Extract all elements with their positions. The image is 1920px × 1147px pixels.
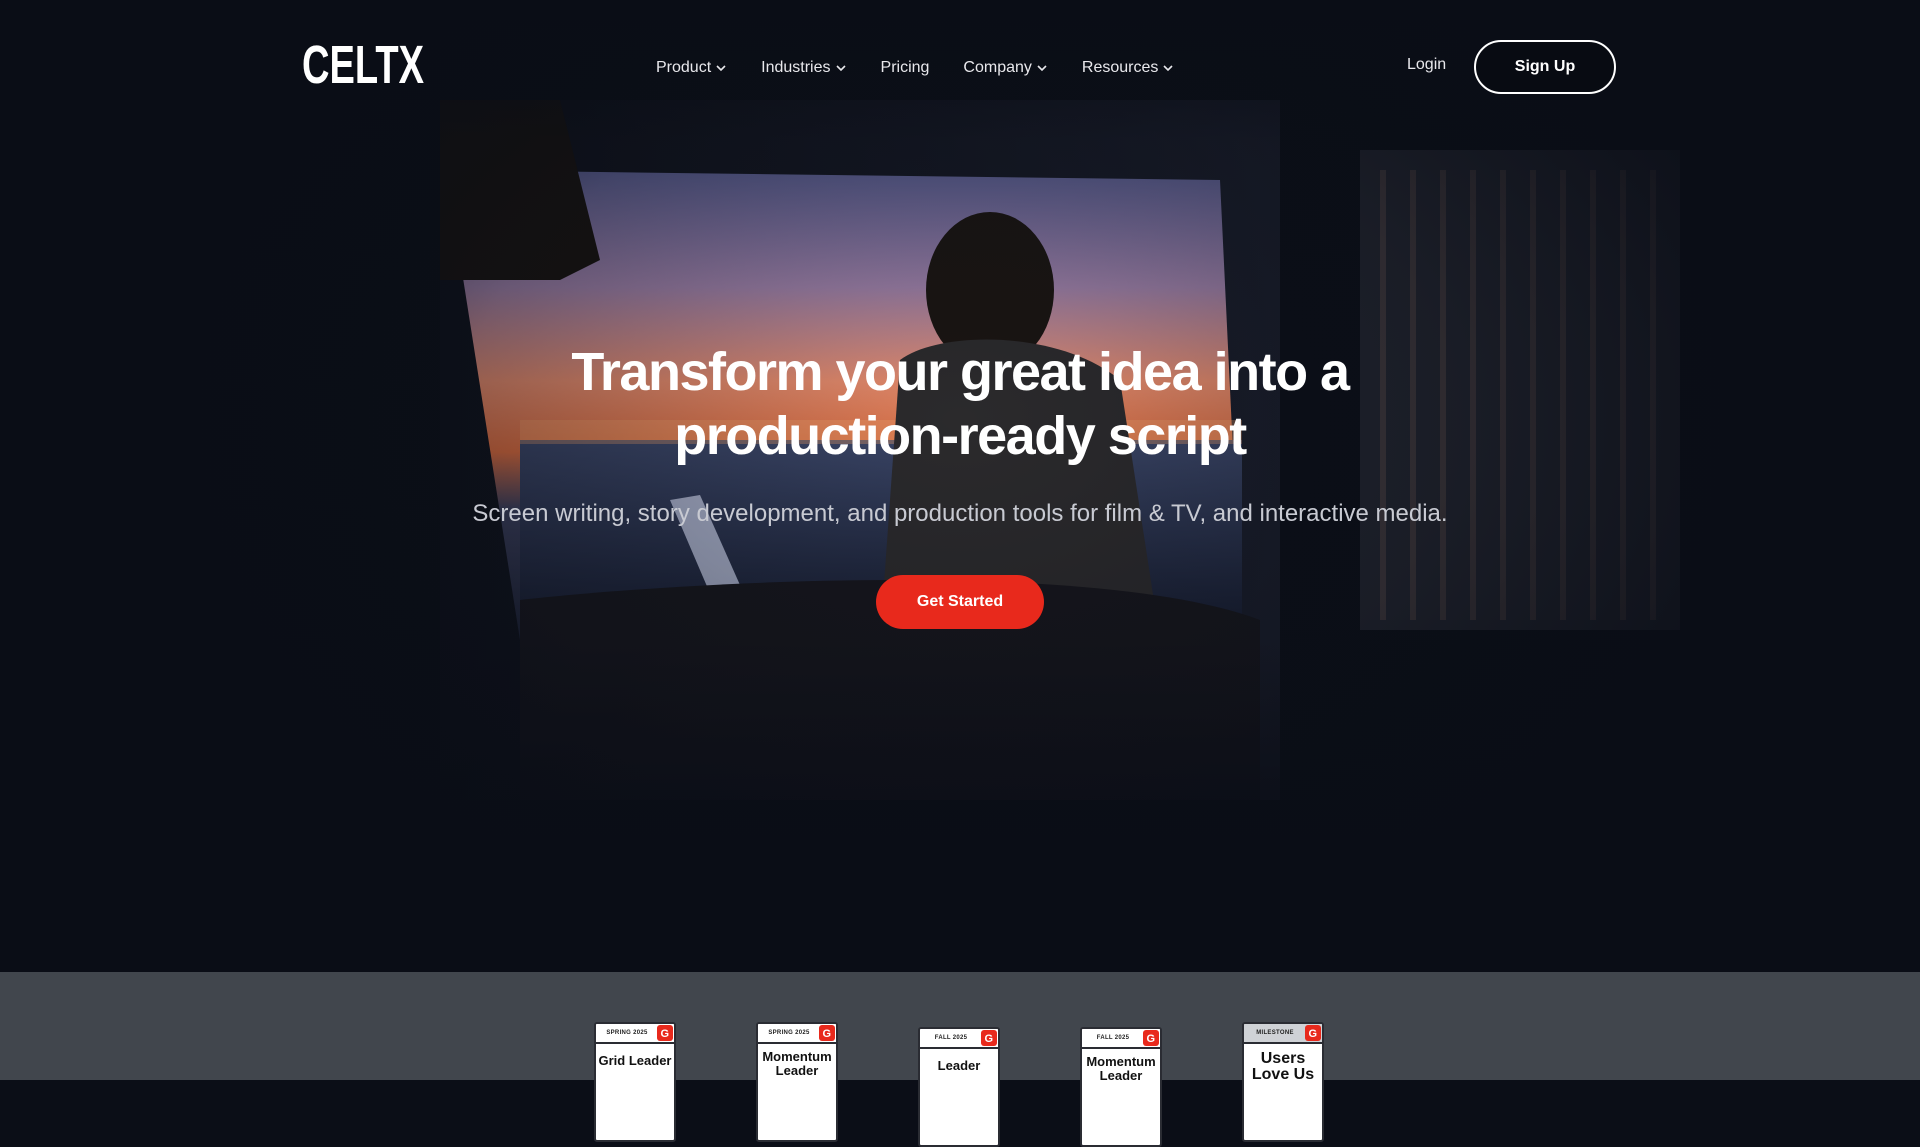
badge-season-text: FALL 2025: [934, 1035, 968, 1041]
badge-title-line: Leader: [1099, 1068, 1143, 1083]
login-link[interactable]: Login: [1407, 56, 1446, 74]
sign-up-button[interactable]: Sign Up: [1474, 40, 1616, 94]
award-badge[interactable]: SPRING 2025 G Momentum Leader: [756, 1022, 838, 1142]
award-badge[interactable]: FALL 2025 G Momentum Leader: [1080, 1027, 1162, 1147]
svg-text:G: G: [1309, 1028, 1318, 1040]
badge-title-line: Users: [1260, 1050, 1306, 1067]
celtx-logo[interactable]: CELTX: [302, 36, 424, 90]
svg-text:G: G: [661, 1028, 670, 1040]
badge-season-text: SPRING 2025: [606, 1030, 648, 1036]
badge-title-line: Grid Leader: [598, 1053, 672, 1068]
award-badge[interactable]: MILESTONE G Users Love Us: [1242, 1022, 1324, 1142]
nav-item-label: Resources: [1081, 59, 1159, 76]
hero-subheading: Screen writing, story development, and p…: [472, 500, 1448, 527]
badge-season: SPRING 2025 G: [596, 1024, 674, 1044]
chevron-down-icon: [1037, 65, 1047, 72]
g2-icon: G: [819, 1025, 835, 1041]
badge-title: Momentum Leader: [1082, 1049, 1160, 1083]
g2-icon: G: [657, 1025, 673, 1041]
badge-season: MILESTONE G: [1244, 1024, 1322, 1044]
badge-season-text: MILESTONE: [1256, 1030, 1294, 1036]
chevron-down-icon: [716, 65, 726, 72]
badge-season-text: FALL 2025: [1096, 1035, 1130, 1041]
chevron-down-icon: [835, 65, 846, 72]
nav-item-label: Company: [963, 59, 1032, 76]
award-badge[interactable]: SPRING 2025 G Grid Leader: [594, 1022, 676, 1142]
badge-title-line: Leader: [775, 1063, 819, 1078]
award-badge[interactable]: FALL 2025 G Leader: [918, 1027, 1000, 1147]
awards-strip: SPRING 2025 G Grid Leader SPRING 2025 G …: [0, 972, 1920, 1147]
badge-season-text: SPRING 2025: [768, 1030, 810, 1036]
nav-item-label: Product: [656, 59, 712, 76]
logo-text: CELTX: [302, 36, 424, 90]
nav-item-company[interactable]: Company: [963, 52, 1047, 84]
g2-icon: G: [1305, 1025, 1321, 1041]
nav-item-resources[interactable]: Resources: [1082, 52, 1174, 84]
badge-title-line: Love Us: [1251, 1066, 1315, 1083]
nav-item-label: Pricing: [880, 59, 930, 76]
svg-text:G: G: [985, 1033, 994, 1045]
badge-title: Momentum Leader: [758, 1044, 836, 1078]
badge-season: SPRING 2025 G: [758, 1024, 836, 1044]
hero-overlay: [0, 0, 1920, 972]
nav-item-product[interactable]: Product: [656, 52, 727, 84]
hero-headline: Transform your great idea into a product…: [360, 340, 1560, 468]
hero-section: CELTX Product Industries Pricing Company…: [0, 0, 1920, 972]
g2-icon: G: [981, 1030, 997, 1046]
badge-title-line: Leader: [937, 1058, 981, 1073]
badge-title-line: Momentum: [1086, 1054, 1156, 1069]
get-started-button[interactable]: Get Started: [876, 575, 1044, 629]
headline-line-1: Transform your great idea into a: [571, 342, 1350, 402]
headline-line-2: production-ready script: [674, 406, 1247, 466]
badge-title: Grid Leader: [596, 1044, 674, 1068]
nav-item-pricing[interactable]: Pricing: [881, 52, 930, 84]
badge-season: FALL 2025 G: [1082, 1029, 1160, 1049]
nav-item-industries[interactable]: Industries: [761, 52, 846, 84]
g2-icon: G: [1143, 1030, 1159, 1046]
nav-links: Product Industries Pricing Company Resou…: [656, 52, 1208, 84]
svg-text:G: G: [823, 1028, 832, 1040]
badge-title: Users Love Us: [1244, 1044, 1322, 1083]
nav-item-label: Industries: [761, 59, 831, 76]
svg-text:G: G: [1147, 1033, 1156, 1045]
top-navigation: CELTX Product Industries Pricing Company…: [0, 0, 1920, 134]
badge-title-line: Momentum: [762, 1049, 832, 1064]
badge-season: FALL 2025 G: [920, 1029, 998, 1049]
badge-title: Leader: [920, 1049, 998, 1073]
chevron-down-icon: [1163, 65, 1173, 72]
